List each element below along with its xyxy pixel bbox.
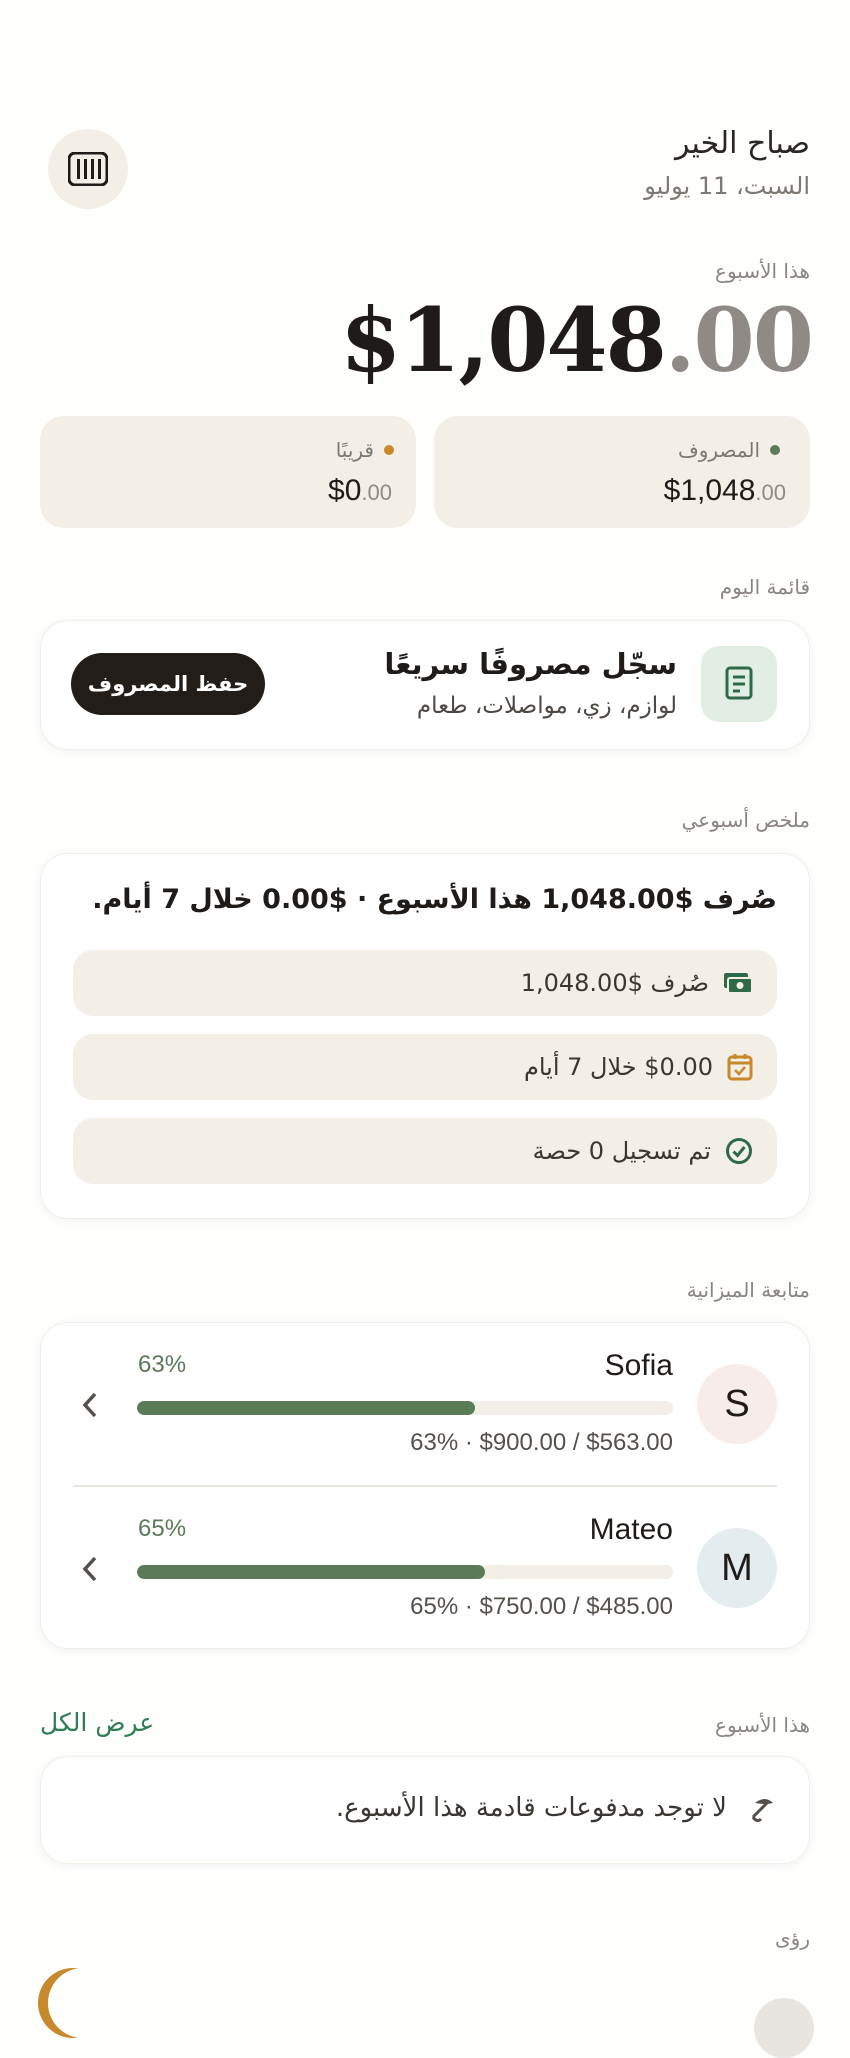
budget-progress-track xyxy=(137,1565,673,1579)
summary-row-text: صُرف $1,048.00 xyxy=(520,969,709,997)
today-section-label: قائمة اليوم xyxy=(719,575,810,599)
summary-row-upcoming: $0.00 خلال 7 أيام xyxy=(73,1034,777,1100)
palm-icon xyxy=(751,1799,773,1823)
budget-detail: 65% · $750.00 / $485.00 xyxy=(410,1593,673,1620)
spent-card[interactable]: المصروف $1,048.00 xyxy=(434,416,810,528)
spent-cents: .00 xyxy=(755,480,786,505)
budget-percent: 63% xyxy=(138,1351,187,1378)
insights-crescent-icon xyxy=(38,1968,108,2038)
spent-main: $1,048 xyxy=(663,474,756,507)
spent-value: $1,048.00 xyxy=(664,474,786,508)
weekly-summary-headline: صُرف $1,048.00 هذا الأسبوع · $0.00 خلال … xyxy=(92,884,777,915)
chevron-left-icon[interactable] xyxy=(75,1549,105,1589)
avatar: S xyxy=(697,1364,777,1444)
quick-expense-card: سجّل مصروفًا سريعًا لوازم، زي، مواصلات، … xyxy=(40,620,810,750)
summary-row-sessions: تم تسجيل 0 حصة xyxy=(73,1118,777,1184)
week-total-cents: .00 xyxy=(664,288,814,392)
view-all-link[interactable]: عرض الكل xyxy=(40,1708,154,1737)
summary-row-text: تم تسجيل 0 حصة xyxy=(532,1137,711,1165)
budget-progress-track xyxy=(137,1401,673,1415)
budget-section-label: متابعة الميزانية xyxy=(686,1278,810,1302)
budget-card: S Sofia 63% 63% · $900.00 / $563.00 M Ma… xyxy=(40,1322,810,1649)
soon-label-row: قريبًا xyxy=(336,438,394,462)
divider xyxy=(73,1485,777,1487)
header-date: السبت، 11 يوليو xyxy=(644,172,810,200)
receipt-icon-box xyxy=(701,646,777,722)
budget-percent: 65% xyxy=(138,1515,187,1542)
payments-card: لا توجد مدفوعات قادمة هذا الأسبوع. xyxy=(40,1756,810,1864)
week-total: $1,048.00 xyxy=(340,288,814,392)
budget-detail: 63% · $900.00 / $563.00 xyxy=(410,1429,673,1456)
week-total-main: $1,048 xyxy=(340,288,667,392)
summary-row-spent: صُرف $1,048.00 xyxy=(73,950,777,1016)
summary-row-text: $0.00 خلال 7 أيام xyxy=(523,1053,713,1081)
receipt-icon xyxy=(725,666,753,700)
cash-icon xyxy=(724,973,753,994)
week-label: هذا الأسبوع xyxy=(715,259,810,283)
calendar-icon xyxy=(727,1054,753,1081)
spent-dot xyxy=(770,445,780,455)
budget-person-name: Mateo xyxy=(589,1513,673,1546)
header-greeting: صباح الخير xyxy=(674,126,810,161)
menu-button[interactable] xyxy=(48,129,128,209)
quick-expense-subtitle: لوازم، زي، مواصلات، طعام xyxy=(416,693,677,719)
payments-section-label: هذا الأسبوع xyxy=(715,1713,810,1737)
spent-label-row: المصروف xyxy=(678,438,780,462)
soon-dot xyxy=(384,445,394,455)
budget-person-name: Sofia xyxy=(604,1349,673,1382)
soon-cents: .00 xyxy=(361,480,392,505)
check-circle-icon xyxy=(726,1138,752,1164)
spent-label: المصروف xyxy=(678,438,760,462)
quick-expense-title: سجّل مصروفًا سريعًا xyxy=(384,647,677,681)
payments-empty-text: لا توجد مدفوعات قادمة هذا الأسبوع. xyxy=(335,1793,727,1823)
insights-card-edge xyxy=(754,1998,814,2058)
weekly-summary-section-label: ملخص أسبوعي xyxy=(681,808,810,832)
weekly-summary-card: صُرف $1,048.00 هذا الأسبوع · $0.00 خلال … xyxy=(40,853,810,1219)
chevron-left-icon[interactable] xyxy=(75,1385,105,1425)
avatar: M xyxy=(697,1528,777,1608)
soon-value: $0.00 xyxy=(328,474,392,508)
soon-main: $0 xyxy=(328,474,362,507)
budget-progress-fill xyxy=(137,1401,475,1415)
barcode-icon xyxy=(68,152,108,186)
save-expense-button[interactable]: حفظ المصروف xyxy=(71,653,265,715)
soon-label: قريبًا xyxy=(335,438,374,462)
budget-progress-fill xyxy=(137,1565,486,1579)
soon-card[interactable]: قريبًا $0.00 xyxy=(40,416,416,528)
insights-section-label: رؤى xyxy=(775,1926,810,1950)
